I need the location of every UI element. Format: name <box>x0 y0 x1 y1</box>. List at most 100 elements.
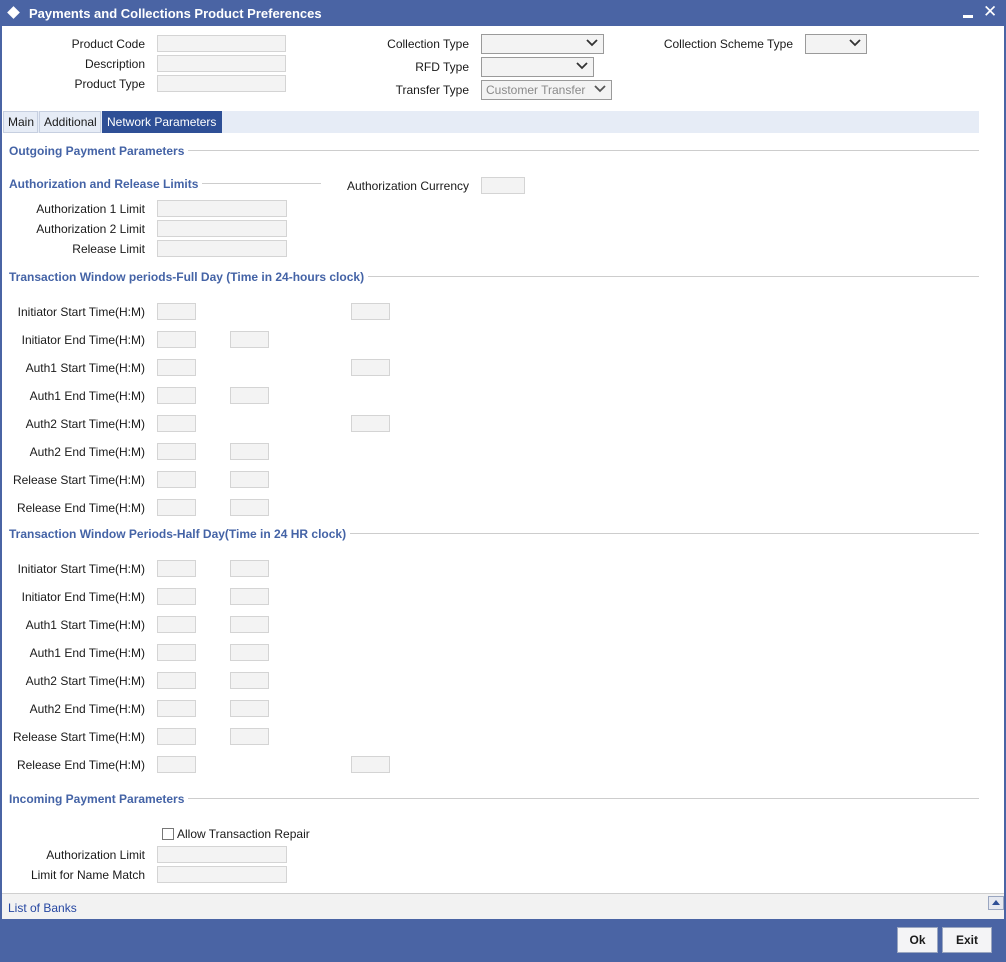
minimize-icon[interactable] <box>963 15 973 18</box>
full-auth1-start-minute-input[interactable] <box>351 359 390 376</box>
full-auth2-start-minute-input[interactable] <box>351 415 390 432</box>
half-auth1-end-minute-input[interactable] <box>230 644 269 661</box>
incoming-auth-limit-label: Authorization Limit <box>46 848 145 862</box>
rfd-type-select[interactable] <box>481 57 594 77</box>
product-code-label: Product Code <box>71 37 145 51</box>
half-auth2-start-label: Auth2 Start Time(H:M) <box>25 674 145 688</box>
tab-network-parameters[interactable]: Network Parameters <box>102 111 222 133</box>
transfer-type-select[interactable]: Customer Transfer <box>481 80 612 100</box>
half-release-end-label: Release End Time(H:M) <box>16 758 145 772</box>
auth-currency-input[interactable] <box>481 177 525 194</box>
bottom-link-bar: List of Banks <box>2 893 1004 920</box>
collection-scheme-type-select[interactable] <box>805 34 867 54</box>
title-bar: Payments and Collections Product Prefere… <box>0 0 1006 26</box>
outgoing-section-title: Outgoing Payment Parameters <box>9 144 189 158</box>
auth-currency-label: Authorization Currency <box>346 179 469 193</box>
collection-scheme-type-label: Collection Scheme Type <box>663 37 793 51</box>
auth-limits-section-title: Authorization and Release Limits <box>9 177 203 191</box>
full-auth2-start-label: Auth2 Start Time(H:M) <box>25 417 145 431</box>
half-initiator-end-hour-input[interactable] <box>157 588 196 605</box>
half-auth1-end-hour-input[interactable] <box>157 644 196 661</box>
full-day-section-title: Transaction Window periods-Full Day (Tim… <box>9 270 369 284</box>
product-code-input[interactable] <box>157 35 286 52</box>
full-auth1-end-hour-input[interactable] <box>157 387 196 404</box>
full-release-start-minute-input[interactable] <box>230 471 269 488</box>
close-icon[interactable]: ✕ <box>983 2 997 22</box>
full-auth2-end-hour-input[interactable] <box>157 443 196 460</box>
rfd-type-label: RFD Type <box>415 60 469 74</box>
full-auth2-end-label: Auth2 End Time(H:M) <box>29 445 145 459</box>
half-auth2-end-label: Auth2 End Time(H:M) <box>29 702 145 716</box>
full-initiator-start-minute-input[interactable] <box>351 303 390 320</box>
incoming-auth-limit-input[interactable] <box>157 846 287 863</box>
half-initiator-start-label: Initiator Start Time(H:M) <box>17 562 145 576</box>
half-auth2-end-hour-input[interactable] <box>157 700 196 717</box>
auth2-limit-label: Authorization 2 Limit <box>36 222 145 236</box>
release-limit-input[interactable] <box>157 240 287 257</box>
full-auth1-start-hour-input[interactable] <box>157 359 196 376</box>
half-initiator-start-minute-input[interactable] <box>230 560 269 577</box>
full-release-start-label: Release Start Time(H:M) <box>12 473 145 487</box>
chevron-down-icon <box>576 62 588 70</box>
exit-button[interactable]: Exit <box>942 927 992 953</box>
name-match-limit-input[interactable] <box>157 866 287 883</box>
full-initiator-start-hour-input[interactable] <box>157 303 196 320</box>
full-auth1-end-label: Auth1 End Time(H:M) <box>29 389 145 403</box>
half-release-end-minute-input[interactable] <box>351 756 390 773</box>
transfer-type-value: Customer Transfer <box>486 83 586 97</box>
half-auth2-end-minute-input[interactable] <box>230 700 269 717</box>
full-auth1-end-minute-input[interactable] <box>230 387 269 404</box>
full-release-end-label: Release End Time(H:M) <box>16 501 145 515</box>
ok-button[interactable]: Ok <box>897 927 938 953</box>
release-limit-label: Release Limit <box>72 242 145 256</box>
half-release-start-minute-input[interactable] <box>230 728 269 745</box>
tab-bar: Main Additional Network Parameters <box>3 111 979 133</box>
description-input[interactable] <box>157 55 286 72</box>
product-type-input[interactable] <box>157 75 286 92</box>
half-initiator-start-hour-input[interactable] <box>157 560 196 577</box>
auth2-limit-input[interactable] <box>157 220 287 237</box>
full-auth2-end-minute-input[interactable] <box>230 443 269 460</box>
full-initiator-start-label: Initiator Start Time(H:M) <box>17 305 145 319</box>
half-auth1-start-label: Auth1 Start Time(H:M) <box>25 618 145 632</box>
half-release-start-label: Release Start Time(H:M) <box>12 730 145 744</box>
half-auth1-start-minute-input[interactable] <box>230 616 269 633</box>
allow-repair-checkbox[interactable] <box>162 828 174 840</box>
allow-repair-label: Allow Transaction Repair <box>177 827 310 841</box>
chevron-down-icon <box>594 85 606 93</box>
scroll-up-icon[interactable] <box>988 896 1004 910</box>
chevron-down-icon <box>849 39 861 47</box>
full-initiator-end-label: Initiator End Time(H:M) <box>21 333 145 347</box>
full-release-end-hour-input[interactable] <box>157 499 196 516</box>
incoming-section-title: Incoming Payment Parameters <box>9 792 189 806</box>
collection-type-label: Collection Type <box>387 37 469 51</box>
full-auth2-start-hour-input[interactable] <box>157 415 196 432</box>
list-of-banks-link[interactable]: List of Banks <box>8 901 77 915</box>
product-type-label: Product Type <box>74 77 146 91</box>
window-frame-left <box>0 26 2 962</box>
full-initiator-end-minute-input[interactable] <box>230 331 269 348</box>
auth1-limit-label: Authorization 1 Limit <box>36 202 145 216</box>
half-auth2-start-minute-input[interactable] <box>230 672 269 689</box>
full-release-end-minute-input[interactable] <box>230 499 269 516</box>
collection-type-select[interactable] <box>481 34 604 54</box>
footer-bar: Ok Exit <box>0 919 1006 962</box>
name-match-limit-label: Limit for Name Match <box>30 868 145 882</box>
half-release-start-hour-input[interactable] <box>157 728 196 745</box>
half-day-section-title: Transaction Window Periods-Half Day(Time… <box>9 527 351 541</box>
half-release-end-hour-input[interactable] <box>157 756 196 773</box>
transfer-type-label: Transfer Type <box>395 83 469 97</box>
tab-main[interactable]: Main <box>3 111 38 133</box>
chevron-down-icon <box>586 39 598 47</box>
half-auth2-start-hour-input[interactable] <box>157 672 196 689</box>
description-label: Description <box>84 57 145 71</box>
half-initiator-end-minute-input[interactable] <box>230 588 269 605</box>
half-auth1-end-label: Auth1 End Time(H:M) <box>29 646 145 660</box>
half-auth1-start-hour-input[interactable] <box>157 616 196 633</box>
tab-additional[interactable]: Additional <box>39 111 101 133</box>
window-title: Payments and Collections Product Prefere… <box>29 6 322 21</box>
auth1-limit-input[interactable] <box>157 200 287 217</box>
window-diamond-icon <box>7 6 20 19</box>
full-initiator-end-hour-input[interactable] <box>157 331 196 348</box>
full-release-start-hour-input[interactable] <box>157 471 196 488</box>
